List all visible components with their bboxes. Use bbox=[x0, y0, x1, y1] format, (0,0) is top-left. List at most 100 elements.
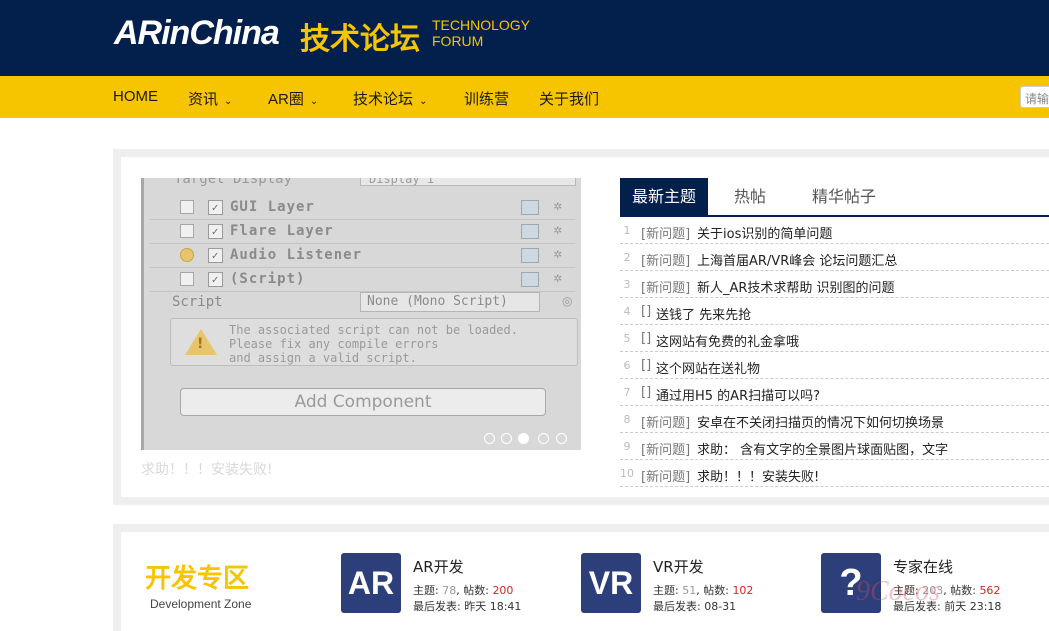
nav-item-tech-forum[interactable]: 技术论坛 ⌄ bbox=[353, 88, 427, 109]
slide-target-display-label: Target Display bbox=[174, 178, 293, 187]
nav-item-home[interactable]: HOME bbox=[113, 88, 158, 105]
slide-dot[interactable] bbox=[556, 433, 567, 444]
thread-title[interactable]: 新人_AR技术求帮助 识别图的问题 bbox=[697, 277, 895, 296]
last-post-time[interactable]: 08-31 bbox=[704, 600, 736, 613]
nav-item-about[interactable]: 关于我们 bbox=[539, 88, 599, 109]
thread-tag[interactable]: [新问题] bbox=[641, 223, 690, 242]
search-input[interactable]: 请输 bbox=[1020, 86, 1049, 108]
thread-item[interactable]: 2 [新问题] 上海首届AR/VR峰会 论坛问题汇总 bbox=[620, 244, 1049, 271]
logo-en-line2: FORUM bbox=[432, 33, 484, 49]
site-logo-en: TECHNOLOGY FORUM bbox=[432, 17, 530, 49]
last-post-label: 最后发表: bbox=[413, 600, 461, 613]
thread-number: 10 bbox=[620, 467, 634, 480]
slide-dot-active[interactable] bbox=[518, 433, 529, 444]
ar-forum-icon[interactable]: AR bbox=[341, 553, 401, 613]
slide-caption[interactable]: 求助！！！安装失败! bbox=[141, 459, 273, 479]
thread-title[interactable]: 通过用H5 的AR扫描可以吗? bbox=[656, 385, 820, 404]
nav-item-news[interactable]: 资讯 ⌄ bbox=[188, 88, 232, 109]
thread-tag[interactable]: [] bbox=[641, 385, 651, 400]
posts-label: 帖数: bbox=[463, 584, 489, 597]
thread-number: 5 bbox=[623, 332, 631, 345]
component-name: Audio Listener bbox=[230, 247, 363, 263]
thread-item[interactable]: 4 [] 送钱了 先来先抢 bbox=[620, 298, 1049, 325]
nav-label: 训练营 bbox=[464, 91, 510, 108]
thread-item[interactable]: 10 [新问题] 求助！！！安装失败! bbox=[620, 460, 1049, 487]
thread-title[interactable]: 安卓在不关闭扫描页的情况下如何切换场景 bbox=[697, 412, 944, 431]
tab-hot[interactable]: 热帖 bbox=[712, 178, 788, 216]
thread-number: 1 bbox=[623, 224, 631, 237]
nav-label: HOME bbox=[113, 88, 158, 105]
book-icon bbox=[521, 248, 539, 263]
slideshow-image[interactable]: Target Display Display 1 ✓ GUI Layer ✲ ✓… bbox=[141, 178, 581, 450]
thread-tag[interactable]: [] bbox=[641, 331, 651, 346]
topics-count: 78 bbox=[442, 584, 457, 597]
thread-number: 8 bbox=[623, 413, 631, 426]
forum-stats: 主题: 51, 帖数: 102 bbox=[653, 584, 754, 597]
thread-title[interactable]: 求助： 含有文字的全景图片球面贴图，文字 bbox=[697, 439, 948, 458]
thread-tag[interactable]: [新问题] bbox=[641, 439, 690, 458]
thread-tag[interactable]: [新问题] bbox=[641, 412, 690, 431]
site-logo[interactable]: ARinChina bbox=[114, 14, 280, 53]
forum-last-post: 最后发表: 昨天 18:41 bbox=[413, 598, 521, 614]
posts-count: 200 bbox=[492, 584, 514, 597]
slide-dot[interactable] bbox=[501, 433, 512, 444]
site-header: ARinChina 技术论坛 TECHNOLOGY FORUM bbox=[0, 0, 1049, 76]
thread-title[interactable]: 送钱了 先来先抢 bbox=[656, 304, 751, 323]
chevron-down-icon: ⌄ bbox=[419, 96, 428, 107]
thread-tag[interactable]: [新问题] bbox=[641, 466, 690, 485]
site-logo-cn[interactable]: 技术论坛 bbox=[300, 14, 420, 58]
slide-dot[interactable] bbox=[484, 433, 495, 444]
forum-name[interactable]: 专家在线 bbox=[893, 556, 953, 577]
main-nav: HOME 资讯 ⌄ AR圈 ⌄ 技术论坛 ⌄ 训练营 关于我们 请输 bbox=[0, 76, 1049, 118]
forum-name[interactable]: VR开发 bbox=[653, 556, 704, 577]
slide-dot[interactable] bbox=[538, 433, 549, 444]
checkbox-icon: ✓ bbox=[208, 200, 223, 215]
nav-item-training[interactable]: 训练营 bbox=[464, 88, 509, 109]
thread-title[interactable]: 关于ios识别的简单问题 bbox=[697, 223, 832, 242]
layer-icon bbox=[180, 224, 194, 238]
checkbox-icon: ✓ bbox=[208, 272, 223, 287]
logo-en-line1: TECHNOLOGY bbox=[432, 17, 531, 33]
nav-item-ar-circle[interactable]: AR圈 ⌄ bbox=[268, 88, 318, 109]
gear-icon: ✲ bbox=[553, 246, 563, 262]
thread-item[interactable]: 7 [] 通过用H5 的AR扫描可以吗? bbox=[620, 379, 1049, 406]
thread-tag[interactable]: [] bbox=[641, 304, 651, 319]
vr-forum-icon[interactable]: VR bbox=[581, 553, 641, 613]
script-label: Script bbox=[172, 294, 223, 310]
thread-item[interactable]: 6 [] 这个网站在送礼物 bbox=[620, 352, 1049, 379]
audio-icon bbox=[180, 248, 194, 262]
slide-target-display-field: Display 1 bbox=[360, 178, 576, 186]
book-icon bbox=[521, 200, 539, 215]
book-icon bbox=[521, 224, 539, 239]
nav-label: 关于我们 bbox=[539, 91, 600, 108]
tab-featured[interactable]: 精华帖子 bbox=[792, 178, 896, 216]
chevron-down-icon: ⌄ bbox=[224, 96, 233, 107]
thread-title[interactable]: 这网站有免费的礼金拿哦 bbox=[656, 331, 799, 350]
thread-item[interactable]: 8 [新问题] 安卓在不关闭扫描页的情况下如何切换场景 bbox=[620, 406, 1049, 433]
slide-component-row: ✓ GUI Layer ✲ bbox=[150, 196, 575, 220]
add-component-button: Add Component bbox=[180, 388, 546, 416]
forum-last-post: 最后发表: 08-31 bbox=[653, 598, 736, 614]
thread-item[interactable]: 5 [] 这网站有免费的礼金拿哦 bbox=[620, 325, 1049, 352]
forum-stats: 主题: 78, 帖数: 200 bbox=[413, 584, 514, 597]
thread-item[interactable]: 9 [新问题] 求助： 含有文字的全景图片球面贴图，文字 bbox=[620, 433, 1049, 460]
gear-icon: ✲ bbox=[553, 198, 563, 214]
dev-zone-title: 开发专区 bbox=[145, 564, 250, 594]
thread-number: 2 bbox=[623, 251, 631, 264]
warning-icon-mark: ! bbox=[197, 336, 204, 352]
thread-title[interactable]: 上海首届AR/VR峰会 论坛问题汇总 bbox=[697, 250, 897, 269]
posts-count: 562 bbox=[979, 584, 1001, 597]
component-name: (Script) bbox=[230, 271, 306, 287]
tab-latest[interactable]: 最新主题 bbox=[620, 178, 708, 216]
thread-title[interactable]: 这个网站在送礼物 bbox=[656, 358, 760, 377]
thread-tag[interactable]: [新问题] bbox=[641, 250, 690, 269]
last-post-time[interactable]: 昨天 18:41 bbox=[464, 600, 521, 613]
thread-title[interactable]: 求助！！！安装失败! bbox=[697, 466, 819, 485]
thread-item[interactable]: 3 [新问题] 新人_AR技术求帮助 识别图的问题 bbox=[620, 271, 1049, 298]
thread-tag[interactable]: [] bbox=[641, 358, 651, 373]
thread-tag[interactable]: [新问题] bbox=[641, 277, 690, 296]
last-post-time[interactable]: 前天 23:18 bbox=[944, 600, 1001, 613]
thread-item[interactable]: 1 [新问题] 关于ios识别的简单问题 bbox=[620, 217, 1049, 244]
nav-label: 资讯 bbox=[188, 91, 219, 108]
forum-name[interactable]: AR开发 bbox=[413, 556, 464, 577]
